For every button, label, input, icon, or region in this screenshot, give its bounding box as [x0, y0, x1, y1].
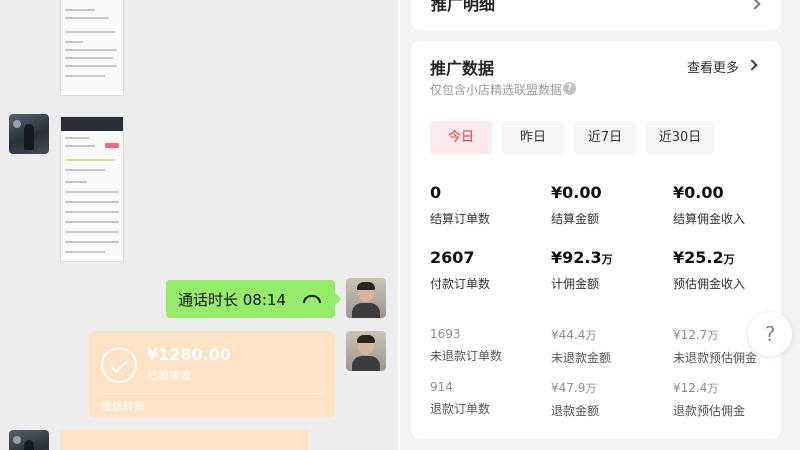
stat-label: 退款订单数	[430, 402, 491, 416]
stat-value: 2607	[430, 248, 475, 267]
stat-refund-amount[interactable]: ¥47.9万 退款金额	[551, 380, 599, 419]
tab-today[interactable]: 今日	[430, 121, 492, 154]
chevron-right-icon[interactable]	[746, 59, 758, 71]
screenshot-thumbnail[interactable]	[60, 0, 124, 96]
my-avatar[interactable]	[346, 278, 386, 318]
stat-label: 未退款订单数	[430, 349, 503, 363]
stat-refund-orders[interactable]: 914 退款订单数	[430, 380, 490, 417]
tab-yesterday[interactable]: 昨日	[502, 121, 564, 154]
transfer-divider	[97, 393, 327, 394]
stat-label: 结算订单数	[430, 212, 491, 226]
wechat-transfer-card[interactable]: ¥1280.00 已被接收 微信转账	[89, 331, 335, 417]
stat-value: 1693	[430, 327, 461, 341]
stat-unrefunded-orders[interactable]: 1693 未退款订单数	[430, 327, 502, 364]
stat-paid-orders[interactable]: 2607 付款订单数	[430, 248, 490, 292]
help-button[interactable]: ?	[748, 312, 792, 356]
card-subtitle: 仅包含小店精选联盟数据	[430, 83, 563, 97]
tab-last-7-days[interactable]: 近7日	[574, 121, 636, 154]
promo-detail-header[interactable]: 推广明细	[411, 0, 781, 30]
promo-detail-title: 推广明细	[431, 0, 496, 14]
stat-refund-commission[interactable]: ¥12.4万 退款预估佣金	[673, 380, 745, 419]
stat-label: 退款金额	[551, 404, 600, 418]
stat-settled-orders[interactable]: 0 结算订单数	[430, 183, 490, 227]
phone-hangup-icon	[303, 295, 321, 303]
stat-settled-amount[interactable]: ¥0.00 结算金额	[551, 183, 602, 227]
stat-value: ¥25.2万	[673, 248, 735, 267]
chat-panel: 通话时长 08:14 ¥1280.00 已被接收 微信转账	[0, 0, 398, 450]
card-title: 推广数据	[430, 59, 495, 78]
tab-last-30-days[interactable]: 近30日	[646, 121, 714, 154]
contact-avatar[interactable]	[9, 430, 49, 450]
call-duration-text: 通话时长 08:14	[178, 291, 286, 309]
transfer-status: 已被接收	[147, 369, 191, 382]
check-circle-icon	[101, 347, 137, 383]
help-icon[interactable]: ?	[563, 82, 576, 95]
stat-label: 结算佣金收入	[673, 212, 746, 226]
stat-label: 未退款预估佣金	[673, 351, 758, 365]
screenshot-thumbnail[interactable]	[60, 116, 124, 262]
stat-value: 0	[430, 183, 442, 202]
transfer-amount: ¥1280.00	[147, 345, 232, 364]
stat-label: 付款订单数	[430, 277, 491, 291]
my-avatar[interactable]	[346, 331, 386, 371]
stat-label: 结算金额	[551, 212, 600, 226]
transfer-footer: 微信转账	[101, 400, 145, 413]
stat-value: ¥0.00	[673, 183, 724, 202]
call-duration-bubble[interactable]: 通话时长 08:14	[166, 280, 341, 318]
stat-commissionable-amount[interactable]: ¥92.3万 计佣金额	[551, 248, 613, 292]
stat-value: ¥12.4万	[673, 381, 719, 395]
stat-value: 914	[430, 380, 453, 394]
stat-value: ¥92.3万	[551, 248, 613, 267]
stat-estimated-commission[interactable]: ¥25.2万 预估佣金收入	[673, 248, 745, 292]
stat-value: ¥12.7万	[673, 328, 719, 342]
stat-settled-commission[interactable]: ¥0.00 结算佣金收入	[673, 183, 745, 227]
stat-label: 退款预估佣金	[673, 404, 746, 418]
view-more-link[interactable]: 查看更多	[687, 57, 739, 76]
stat-label: 预估佣金收入	[673, 277, 746, 291]
chevron-right-icon	[749, 0, 761, 10]
stat-label: 未退款金额	[551, 351, 612, 365]
stat-value: ¥0.00	[551, 183, 602, 202]
stat-value: ¥44.4万	[551, 328, 597, 342]
wechat-transfer-card[interactable]	[60, 430, 308, 450]
promo-data-card: 推广数据 查看更多 仅包含小店精选联盟数据 ? 今日 昨日 近7日 近30日 0…	[411, 41, 781, 439]
stat-label: 计佣金额	[551, 277, 600, 291]
stat-unrefunded-commission[interactable]: ¥12.7万 未退款预估佣金	[673, 327, 757, 366]
stat-value: ¥47.9万	[551, 381, 597, 395]
contact-avatar[interactable]	[9, 114, 49, 154]
stat-unrefunded-amount[interactable]: ¥44.4万 未退款金额	[551, 327, 611, 366]
